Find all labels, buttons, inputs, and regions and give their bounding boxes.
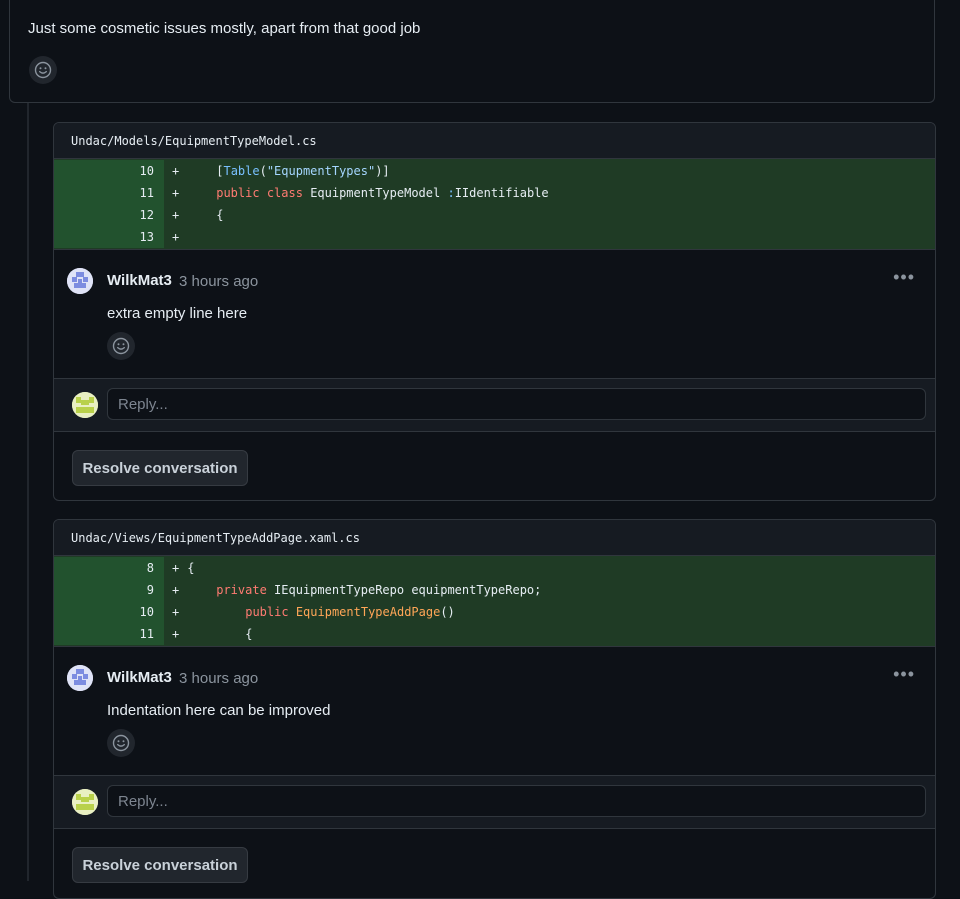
diff-line: 9 + private IEquipmentTypeRepo equipment… <box>54 579 935 601</box>
diff-sign: + <box>172 561 180 575</box>
diff-line: 8 + { <box>54 557 935 579</box>
comment-body: Indentation here can be improved <box>107 702 331 719</box>
line-number[interactable]: 12 <box>54 204 164 226</box>
diff-sign: + <box>172 208 180 222</box>
comment-author[interactable]: WilkMat3 <box>107 669 172 686</box>
timeline-line <box>27 103 29 881</box>
identicon-icon <box>67 665 93 691</box>
review-comment: WilkMat3 3 hours ago ••• extra empty lin… <box>54 250 935 379</box>
file-path[interactable]: Undac/Models/EquipmentTypeModel.cs <box>54 123 935 159</box>
more-options-icon[interactable]: ••• <box>893 268 915 286</box>
diff-line: 12 + { <box>54 204 935 226</box>
reply-input[interactable] <box>107 388 926 420</box>
review-summary: Just some cosmetic issues mostly, apart … <box>9 0 935 103</box>
reply-input[interactable] <box>107 785 926 817</box>
reply-bar <box>54 776 935 829</box>
avatar[interactable] <box>67 268 93 294</box>
identicon-icon <box>67 268 93 294</box>
line-number[interactable]: 11 <box>54 182 164 204</box>
line-number[interactable]: 10 <box>54 601 164 623</box>
review-thread: Undac/Views/EquipmentTypeAddPage.xaml.cs… <box>53 519 936 899</box>
file-path[interactable]: Undac/Views/EquipmentTypeAddPage.xaml.cs <box>54 520 935 556</box>
comment-author[interactable]: WilkMat3 <box>107 272 172 289</box>
review-text: Just some cosmetic issues mostly, apart … <box>28 20 421 37</box>
diff-line: 10 + [Table("EqupmentTypes")] <box>54 160 935 182</box>
reply-bar <box>54 379 935 432</box>
diff-sign: + <box>172 186 180 200</box>
comment-body: extra empty line here <box>107 305 248 322</box>
diff-hunk: 10 + [Table("EqupmentTypes")] 11 + publi… <box>54 159 935 250</box>
line-number[interactable]: 13 <box>54 226 164 248</box>
resolve-conversation-button[interactable]: Resolve conversation <box>72 847 248 883</box>
line-number[interactable]: 9 <box>54 579 164 601</box>
review-thread: Undac/Models/EquipmentTypeModel.cs 10 + … <box>53 122 936 501</box>
add-reaction-button[interactable] <box>107 729 135 757</box>
diff-sign: + <box>172 164 180 178</box>
diff-line: 13 + <box>54 226 935 248</box>
line-number[interactable]: 11 <box>54 623 164 645</box>
code-text: { <box>216 208 224 222</box>
diff-sign: + <box>172 605 180 619</box>
identicon-icon <box>72 392 98 418</box>
line-number[interactable]: 8 <box>54 557 164 579</box>
diff-sign: + <box>172 627 180 641</box>
code-text: public EquipmentTypeAddPage() <box>245 605 455 619</box>
code-text: [Table("EqupmentTypes")] <box>216 164 390 178</box>
current-user-avatar[interactable] <box>72 789 98 815</box>
code-text: { <box>187 561 195 575</box>
smiley-icon <box>112 734 130 752</box>
code-text: private IEquipmentTypeRepo equipmentType… <box>216 583 542 597</box>
smiley-icon <box>112 337 130 355</box>
code-text: { <box>245 627 253 641</box>
current-user-avatar[interactable] <box>72 392 98 418</box>
comment-timestamp[interactable]: 3 hours ago <box>179 670 258 687</box>
line-number[interactable]: 10 <box>54 160 164 182</box>
comment-timestamp[interactable]: 3 hours ago <box>179 273 258 290</box>
more-options-icon[interactable]: ••• <box>893 665 915 683</box>
diff-line: 11 + public class EquipmentTypeModel :II… <box>54 182 935 204</box>
review-comment: WilkMat3 3 hours ago ••• Indentation her… <box>54 647 935 776</box>
identicon-icon <box>72 789 98 815</box>
diff-hunk: 8 + { 9 + private IEquipmentTypeRepo equ… <box>54 556 935 647</box>
add-reaction-button[interactable] <box>29 56 57 84</box>
diff-line: 10 + public EquipmentTypeAddPage() <box>54 601 935 623</box>
code-text: public class EquipmentTypeModel :IIdenti… <box>216 186 549 200</box>
smiley-icon <box>34 61 52 79</box>
diff-sign: + <box>172 230 180 244</box>
diff-line: 11 + { <box>54 623 935 645</box>
diff-sign: + <box>172 583 180 597</box>
avatar[interactable] <box>67 665 93 691</box>
add-reaction-button[interactable] <box>107 332 135 360</box>
resolve-conversation-button[interactable]: Resolve conversation <box>72 450 248 486</box>
